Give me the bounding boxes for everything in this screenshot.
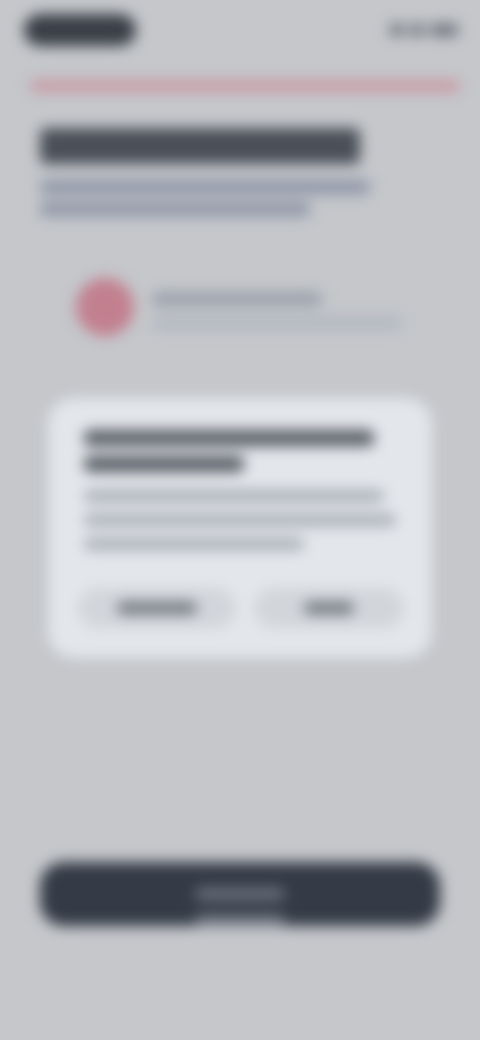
dialog-body-line-2 (84, 514, 396, 526)
dialog-body (84, 490, 384, 502)
dialog-primary-label (304, 602, 354, 614)
alert-detail (152, 316, 402, 330)
continue-button[interactable] (40, 862, 440, 926)
page-subtitle (40, 180, 370, 194)
dialog-body-line-3 (84, 538, 304, 550)
dialog-title-line-2 (84, 456, 244, 472)
blurred-content (0, 0, 480, 1040)
status-time-pill (24, 14, 136, 46)
progress-stripe (30, 80, 460, 92)
status-indicators (368, 20, 458, 40)
continue-button-label-text (195, 914, 285, 926)
page-subtitle-line-2 (40, 202, 310, 216)
alert-icon (76, 278, 134, 336)
app-screen (0, 0, 480, 1040)
page-title (40, 128, 360, 164)
wifi-icon (410, 24, 424, 36)
signal-icon (390, 24, 404, 36)
alert-text (152, 292, 322, 306)
alert-row (66, 268, 416, 348)
dialog-card (48, 398, 432, 658)
dialog-secondary-label (117, 602, 197, 614)
dialog-title (84, 430, 374, 446)
battery-icon (430, 24, 458, 36)
dialog-secondary-button[interactable] (78, 588, 236, 628)
continue-button-label (195, 888, 285, 926)
dialog-primary-button[interactable] (254, 588, 404, 628)
